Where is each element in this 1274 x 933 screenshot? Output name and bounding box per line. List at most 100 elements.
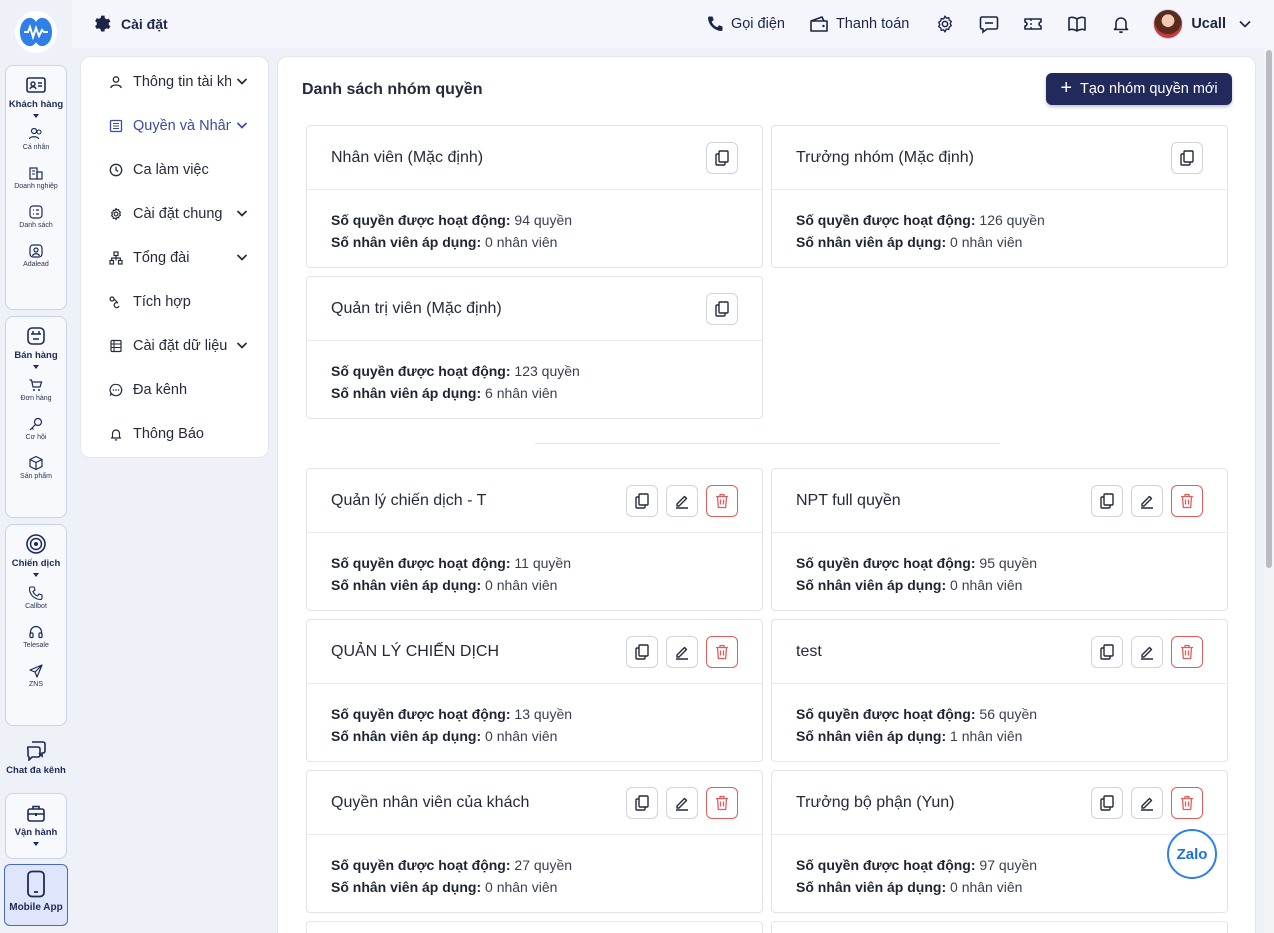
- card-body: Số quyền được hoạt động: 13 quyền Số nhâ…: [331, 703, 572, 747]
- delete-button[interactable]: [1171, 636, 1203, 668]
- rail-group-label: Khách hàng: [8, 99, 64, 110]
- copy-button[interactable]: [706, 293, 738, 325]
- scrollbar-thumb[interactable]: [1266, 50, 1272, 568]
- avatar[interactable]: [1153, 9, 1184, 39]
- rail-item-label: Doanh nghiệp: [14, 183, 58, 190]
- rail-item-opportunities[interactable]: Cơ hội: [6, 416, 66, 441]
- ticket-icon[interactable]: [1023, 14, 1043, 34]
- card-header: NPT full quyền: [772, 469, 1227, 533]
- staff-count: 0 nhân viên: [485, 879, 558, 895]
- menu-item-integrations[interactable]: Tích hợp: [81, 279, 270, 323]
- edit-button[interactable]: [1131, 636, 1163, 668]
- rail-group-customers-header[interactable]: Khách hàng: [6, 66, 66, 118]
- edit-button[interactable]: [666, 636, 698, 668]
- rail-item-orders[interactable]: Đơn hàng: [6, 377, 66, 402]
- rail-item-zns[interactable]: ZNS: [6, 663, 66, 688]
- rail-group-campaigns: Chiến dịch Callbot Telesale ZNS: [5, 524, 67, 726]
- scrollbar[interactable]: [1264, 48, 1274, 933]
- menu-item-omnichannel[interactable]: Đa kênh: [81, 367, 270, 411]
- rail-group-operations-header[interactable]: Vận hành: [6, 794, 66, 846]
- card-actions: [618, 636, 738, 668]
- briefcase-icon: [27, 805, 45, 822]
- rail-group-label: Bán hàng: [14, 350, 58, 361]
- delete-button[interactable]: [706, 485, 738, 517]
- chevron-down-icon[interactable]: [1238, 17, 1252, 31]
- edit-button[interactable]: [666, 485, 698, 517]
- copy-button[interactable]: [1091, 485, 1123, 517]
- rail-group-sales-header[interactable]: Bán hàng: [6, 317, 66, 369]
- trash-icon: [716, 493, 728, 509]
- mobile-app-button[interactable]: Mobile App: [4, 864, 68, 926]
- menu-item-data-settings[interactable]: Cài đặt dữ liệu: [81, 323, 270, 367]
- rail-item-adalead[interactable]: Adalead: [6, 243, 66, 268]
- rail-group-operations: Vận hành: [5, 793, 67, 859]
- menu-item-general-settings[interactable]: Cài đặt chung: [81, 191, 270, 235]
- user-name[interactable]: Ucall: [1191, 16, 1226, 32]
- menu-item-shifts[interactable]: Ca làm việc: [81, 147, 270, 191]
- menu-item-notifications[interactable]: Thông Báo: [81, 411, 270, 455]
- staff-count: 0 nhân viên: [950, 879, 1023, 895]
- rail-item-callbot[interactable]: Callbot: [6, 585, 66, 610]
- card-body: Số quyền được hoạt động: 27 quyền Số nhâ…: [331, 854, 572, 898]
- perm-count: 11 quyền: [514, 555, 571, 571]
- copy-button[interactable]: [1171, 142, 1203, 174]
- rail-item-label: Cá nhân: [22, 144, 50, 151]
- delete-button[interactable]: [1171, 485, 1203, 517]
- target-icon: [26, 534, 46, 554]
- zalo-chat-button[interactable]: Zalo: [1167, 829, 1217, 879]
- delete-button[interactable]: [706, 636, 738, 668]
- rail-item-business[interactable]: Doanh nghiệp: [6, 165, 66, 190]
- copy-button[interactable]: [1091, 636, 1123, 668]
- create-permission-group-button[interactable]: + Tạo nhóm quyền mới: [1046, 73, 1232, 105]
- rail-item-personal[interactable]: Cá nhân: [6, 126, 66, 151]
- rail-item-telesale[interactable]: Telesale: [6, 624, 66, 649]
- edit-button[interactable]: [1131, 787, 1163, 819]
- card-header: Quản trị viên (Mặc định): [307, 277, 762, 341]
- edit-button[interactable]: [1131, 485, 1163, 517]
- copy-button[interactable]: [626, 787, 658, 819]
- pencil-icon: [1141, 646, 1153, 660]
- chevron-down-icon: [236, 78, 248, 85]
- menu-item-account-info[interactable]: Thông tin tài khoản: [81, 59, 270, 103]
- perm-label: Số quyền được hoạt động:: [331, 857, 511, 873]
- message-icon[interactable]: [979, 14, 999, 34]
- card-header: QUẢN LÝ CHIẾN DỊCH: [307, 620, 762, 684]
- bell-icon[interactable]: [1111, 14, 1131, 34]
- delete-button[interactable]: [706, 787, 738, 819]
- menu-item-label: Thông tin tài khoản: [133, 74, 231, 90]
- staff-count: 0 nhân viên: [950, 234, 1023, 250]
- chat-bubbles-icon: [26, 741, 46, 761]
- rail-item-omnichannel-chat[interactable]: Chat đa kênh: [5, 739, 67, 776]
- call-button[interactable]: Gọi điện: [706, 15, 785, 33]
- network-icon: [109, 251, 123, 265]
- menu-item-label: Tích hợp: [133, 294, 191, 310]
- rail-group-campaigns-header[interactable]: Chiến dịch: [6, 525, 66, 577]
- copy-icon: [635, 795, 649, 811]
- menu-item-switchboard[interactable]: Tổng đài: [81, 235, 270, 279]
- rail-item-products[interactable]: Sản phẩm: [6, 455, 66, 480]
- card-body: Số quyền được hoạt động: 94 quyền Số nhâ…: [331, 209, 572, 253]
- trash-icon: [1181, 493, 1193, 509]
- permission-group-card: Nhân viên (Mặc định) Số quyền được hoạt …: [306, 125, 763, 268]
- delete-button[interactable]: [1171, 787, 1203, 819]
- book-icon[interactable]: [1067, 14, 1087, 34]
- group-name: Trưởng nhóm (Mặc định): [796, 149, 974, 166]
- settings-gear-icon[interactable]: [935, 14, 955, 34]
- copy-button[interactable]: [706, 142, 738, 174]
- trash-icon: [1181, 795, 1193, 811]
- rail-item-list[interactable]: Danh sách: [6, 204, 66, 229]
- page-title: Cài đặt: [121, 16, 168, 32]
- app-logo-icon[interactable]: [14, 10, 58, 54]
- copy-button[interactable]: [1091, 787, 1123, 819]
- perm-label: Số quyền được hoạt động:: [331, 706, 511, 722]
- card-actions: [698, 293, 738, 325]
- card-header: Quyền nhân viên của khách: [307, 771, 762, 835]
- card-header: Quản lý chiến dịch - T: [307, 469, 762, 533]
- menu-item-permissions-staff[interactable]: Quyền và Nhân viên: [81, 103, 270, 147]
- copy-button[interactable]: [626, 636, 658, 668]
- edit-button[interactable]: [666, 787, 698, 819]
- pencil-icon: [1141, 495, 1153, 509]
- rail-item-label: Telesale: [23, 642, 49, 649]
- payment-button[interactable]: Thanh toán: [809, 15, 909, 33]
- copy-button[interactable]: [626, 485, 658, 517]
